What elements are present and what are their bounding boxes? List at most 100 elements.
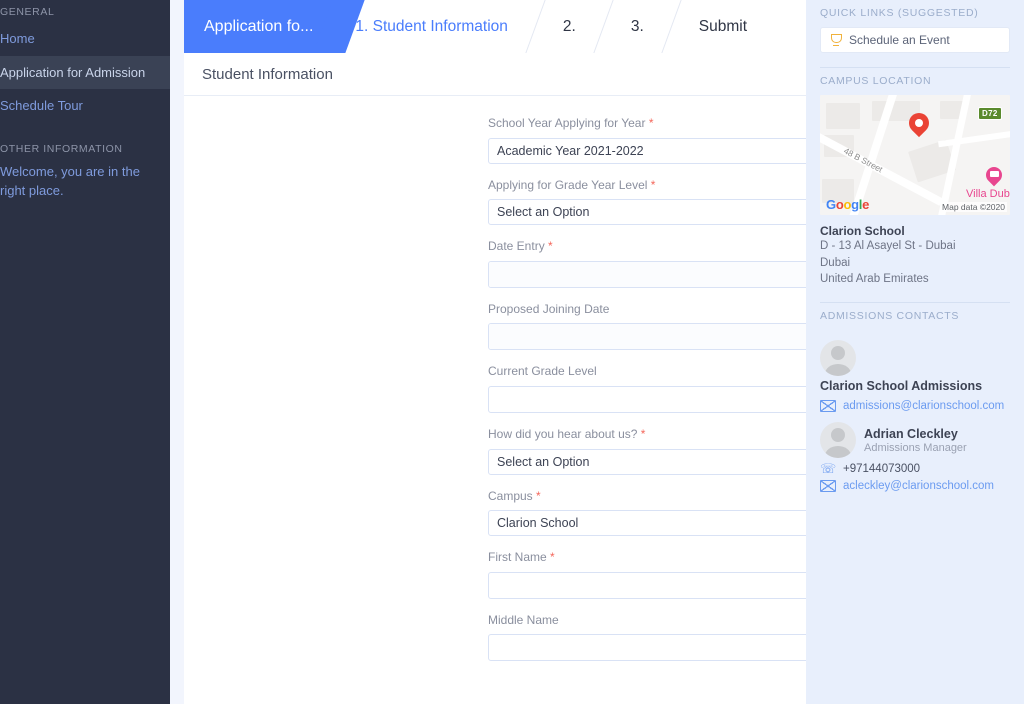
mail-icon: [820, 479, 836, 492]
map-building: [826, 103, 860, 129]
field-first-name-label: First Name *: [488, 550, 806, 566]
google-letter-o2: o: [843, 197, 852, 212]
sidebar-item-home[interactable]: Home: [0, 22, 170, 56]
map-poi-pin-icon: [986, 167, 1002, 189]
field-first-name: First Name *: [488, 550, 806, 599]
select-school-year[interactable]: Academic Year 2021-2022: [488, 137, 806, 164]
sidebar-divider: [170, 0, 184, 704]
tab-application-form-label: Application fo...: [204, 17, 314, 35]
first-name-input[interactable]: [488, 571, 806, 599]
field-proposed-joining-date-label: Proposed Joining Date: [488, 301, 610, 316]
required-marker: *: [550, 550, 555, 565]
tab-separator: [661, 0, 682, 53]
campus-address-line-1: D - 13 Al Asayel St - Dubai: [820, 240, 956, 252]
date-entry-value: [489, 261, 806, 287]
tab-student-information[interactable]: 1. Student Information: [339, 0, 524, 53]
wizard-tab-bar: Application fo... 1. Student Information…: [184, 0, 806, 53]
label-text: How did you hear about us?: [488, 426, 638, 441]
campus-address-line-3: United Arab Emirates: [820, 273, 929, 286]
mail-icon: [820, 399, 836, 412]
sidebar-section-general: GENERAL: [0, 6, 55, 18]
tab-step-3[interactable]: 3.: [614, 0, 660, 53]
map-road: [938, 128, 1010, 148]
field-date-entry-label: Date Entry *: [488, 239, 806, 255]
sidebar-section-other-information: OTHER INFORMATION: [0, 142, 123, 155]
google-logo: Google: [826, 197, 869, 212]
middle-name-input[interactable]: [488, 634, 806, 662]
field-current-grade-level-label: Current Grade Level: [488, 364, 597, 379]
contact-email-link[interactable]: admissions@clarionschool.com: [843, 400, 1004, 412]
select-school-year-value: Academic Year 2021-2022: [497, 143, 644, 158]
contact-email-link[interactable]: acleckley@clarionschool.com: [843, 480, 994, 492]
contact-card-admissions: Clarion School Admissions admissions@cla…: [820, 340, 1010, 412]
phone-icon: ☏: [820, 460, 837, 476]
field-middle-name-label: Middle Name: [488, 612, 559, 627]
field-campus-label: Campus *: [488, 489, 806, 505]
proposed-joining-date-input[interactable]: 14: [488, 323, 806, 351]
required-marker: *: [548, 239, 553, 254]
contact-identity: Adrian Cleckley Admissions Manager: [856, 427, 967, 455]
field-middle-name: Middle Name: [488, 613, 806, 662]
quick-link-label: Schedule an Event: [849, 33, 950, 47]
field-campus: Campus * Clarion School: [488, 489, 806, 537]
campus-location-title: CAMPUS LOCATION: [820, 75, 932, 87]
select-how-did-you-hear-value: Select an Option: [497, 454, 590, 469]
field-grade-year-level: Applying for Grade Year Level * Select a…: [488, 178, 806, 226]
required-marker: *: [640, 426, 646, 441]
select-campus-value: Clarion School: [497, 516, 579, 531]
field-school-year-label: School Year Applying for Year *: [488, 116, 806, 132]
campus-location-map[interactable]: 48 B Street D72 Villa Dubai Google Map d…: [820, 95, 1010, 215]
field-current-grade-level: Current Grade Level: [488, 364, 806, 413]
quick-links-title: QUICK LINKS (SUGGESTED): [820, 7, 979, 19]
campus-address-name: Clarion School: [820, 224, 905, 238]
select-campus[interactable]: Clarion School: [488, 510, 806, 537]
current-grade-level-input[interactable]: [488, 385, 806, 413]
date-entry-input[interactable]: 14: [488, 260, 806, 288]
contact-name: Clarion School Admissions: [820, 379, 983, 394]
trophy-icon: [830, 34, 842, 46]
quick-link-schedule-an-event[interactable]: Schedule an Event: [820, 27, 1010, 53]
contact-email-row[interactable]: admissions@clarionschool.com: [820, 399, 1010, 412]
left-sidebar: GENERAL Home Application for Admission S…: [0, 0, 170, 704]
required-marker: *: [536, 488, 541, 503]
label-text: School Year Applying for Year: [488, 116, 646, 130]
section-title: Student Information: [184, 53, 806, 96]
tab-student-information-label: 1. Student Information: [355, 17, 508, 35]
sidebar-item-application-for-admission[interactable]: Application for Admission: [0, 55, 170, 90]
google-letter-e: e: [862, 197, 870, 212]
contact-email-row[interactable]: acleckley@clarionschool.com: [820, 479, 1010, 492]
tab-separator: [525, 0, 546, 53]
field-proposed-joining-date: Proposed Joining Date 14: [488, 302, 806, 351]
field-school-year: School Year Applying for Year * Academic…: [488, 116, 806, 164]
campus-address-line-2: Dubai: [820, 256, 851, 269]
label-text: Campus: [488, 488, 533, 503]
avatar: [820, 340, 856, 377]
tab-submit[interactable]: Submit: [682, 0, 764, 53]
field-date-entry: Date Entry * 14: [488, 239, 806, 288]
contact-header-row: Adrian Cleckley Admissions Manager: [820, 421, 1010, 458]
main-content: Application fo... 1. Student Information…: [184, 0, 806, 704]
map-poi-label: Villa Dubai: [966, 188, 1010, 200]
contact-name: Adrian Cleckley: [864, 426, 958, 441]
tab-step-2-label: 2.: [562, 17, 576, 35]
contact-phone-row[interactable]: ☏ +97144073000: [820, 460, 1010, 476]
admissions-contacts-title: ADMISSIONS CONTACTS: [820, 310, 960, 323]
tab-step-2[interactable]: 2.: [546, 0, 592, 53]
required-marker: *: [650, 177, 656, 192]
tab-submit-label: Submit: [698, 17, 748, 35]
select-how-did-you-hear[interactable]: Select an Option: [488, 448, 806, 475]
label-text: First Name: [488, 550, 547, 565]
avatar: [820, 421, 856, 458]
left-sidebar-content: GENERAL Home Application for Admission S…: [0, 0, 170, 210]
sidebar-item-schedule-tour[interactable]: Schedule Tour: [0, 89, 170, 123]
tab-separator: [593, 0, 614, 53]
sidebar-welcome-note: Welcome, you are in the right place.: [0, 163, 140, 198]
field-how-did-you-hear-label: How did you hear about us? *: [488, 427, 806, 443]
select-grade-year-level[interactable]: Select an Option: [488, 199, 806, 226]
map-pin-icon: [909, 113, 929, 140]
field-how-did-you-hear: How did you hear about us? * Select an O…: [488, 427, 806, 475]
select-grade-year-level-value: Select an Option: [497, 205, 590, 220]
map-road-shield: D72: [978, 107, 1002, 120]
tab-application-form[interactable]: Application fo...: [184, 0, 340, 53]
